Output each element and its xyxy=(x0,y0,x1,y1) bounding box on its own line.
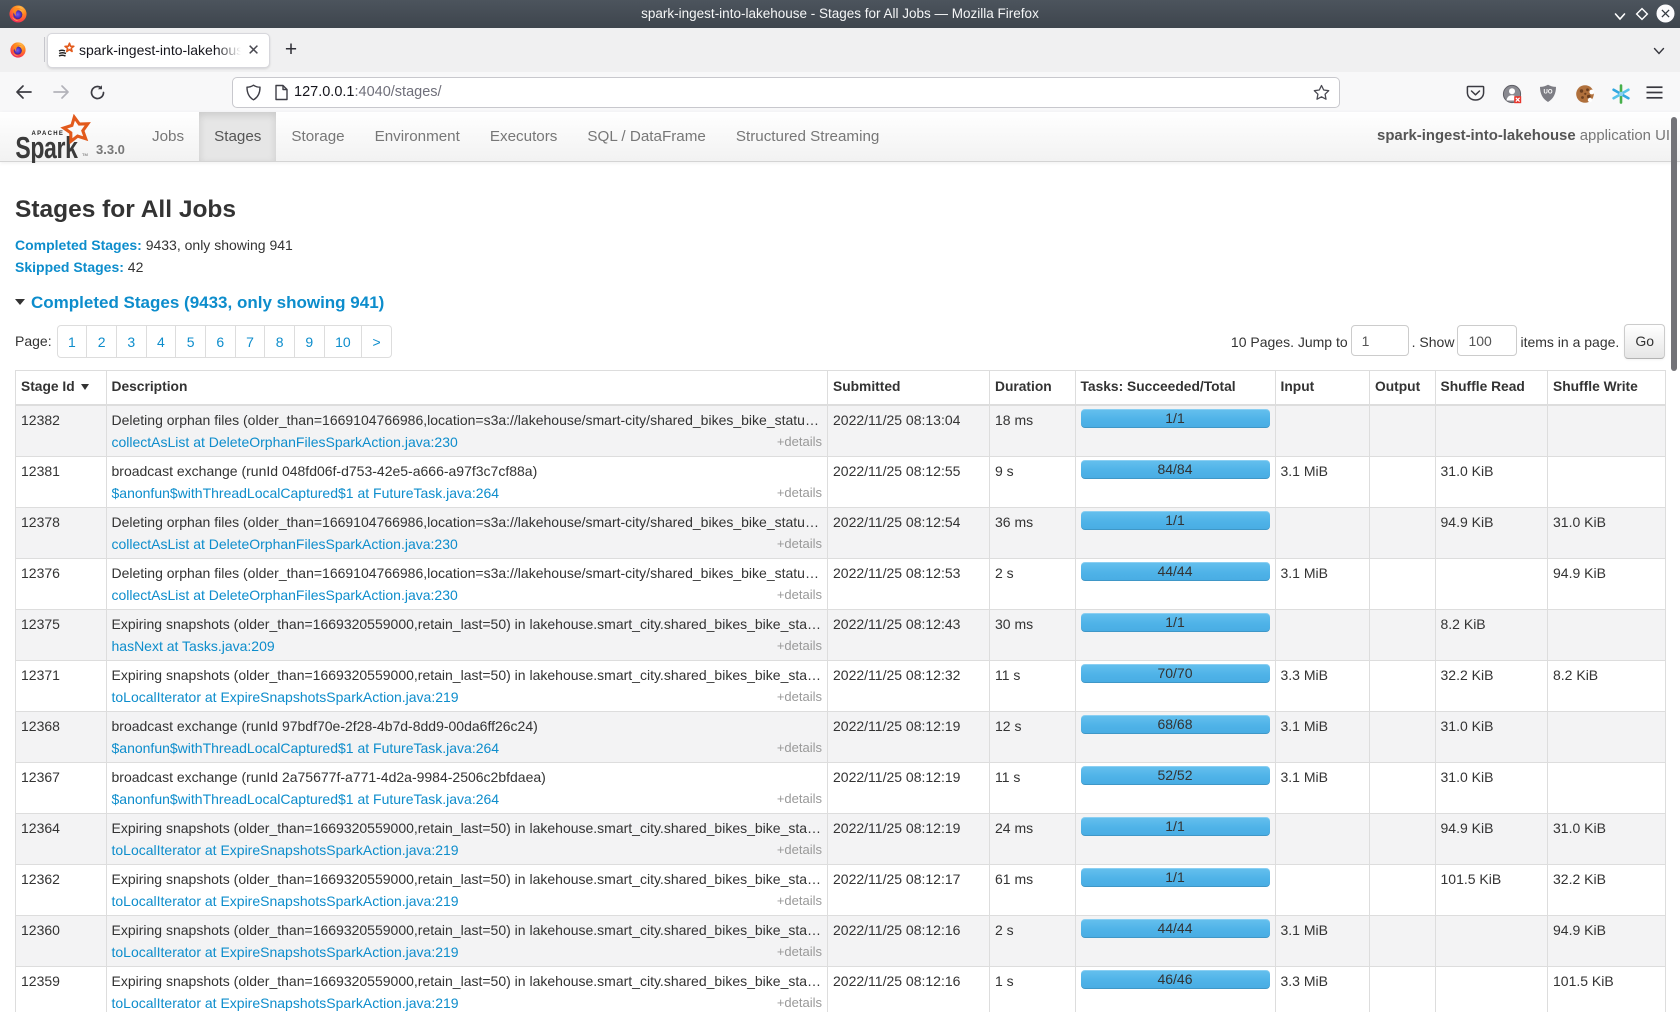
svg-text:TM: TM xyxy=(82,152,88,157)
svg-text:Spark: Spark xyxy=(15,131,78,163)
svg-text:UO: UO xyxy=(1544,90,1553,96)
